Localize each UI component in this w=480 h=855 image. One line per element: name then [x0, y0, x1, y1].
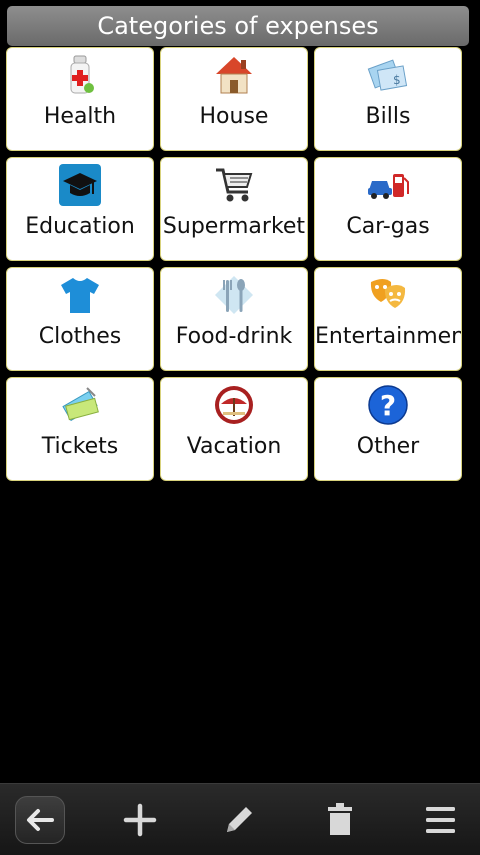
graduation-cap-icon — [59, 164, 101, 206]
category-tile-car-gas[interactable]: Car-gas — [314, 157, 462, 261]
back-arrow-icon — [27, 809, 54, 831]
question-mark-icon: ? — [368, 385, 408, 425]
bottom-toolbar — [0, 783, 480, 855]
category-tile-supermarket[interactable]: Supermarket — [160, 157, 308, 261]
category-label: Clothes — [38, 324, 122, 349]
category-label: Education — [25, 214, 135, 239]
svg-text:?: ? — [380, 389, 396, 422]
category-tile-food-drink[interactable]: Food-drink — [160, 267, 308, 371]
category-tile-health[interactable]: Health — [6, 47, 154, 151]
menu-icon — [426, 807, 455, 833]
back-button[interactable] — [15, 796, 65, 844]
category-tile-entertainment[interactable]: Entertainment — [314, 267, 462, 371]
house-icon — [216, 57, 252, 94]
bill-icon: $ — [367, 59, 408, 91]
page-title: Categories of expenses — [7, 6, 469, 46]
ticket-icon — [62, 387, 99, 422]
shopping-cart-icon — [216, 168, 253, 202]
add-icon — [123, 803, 157, 837]
category-label: Entertainment — [315, 324, 462, 349]
edit-button[interactable] — [214, 796, 264, 844]
fork-spoon-icon — [215, 276, 253, 314]
delete-trash-icon — [328, 803, 352, 835]
category-tile-tickets[interactable]: Tickets — [6, 377, 154, 481]
beach-umbrella-icon — [215, 386, 253, 424]
category-label: Vacation — [186, 434, 282, 459]
category-label: House — [199, 104, 269, 129]
category-tile-house[interactable]: House — [160, 47, 308, 151]
svg-text:$: $ — [393, 73, 401, 87]
category-label: Bills — [365, 104, 411, 129]
tshirt-icon — [61, 278, 99, 313]
category-tile-clothes[interactable]: Clothes — [6, 267, 154, 371]
category-tile-bills[interactable]: $ Bills — [314, 47, 462, 151]
category-label: Car-gas — [346, 214, 430, 239]
menu-button[interactable] — [415, 796, 465, 844]
add-button[interactable] — [115, 796, 165, 844]
category-label: Health — [43, 104, 117, 129]
medicine-bottle-icon — [70, 55, 94, 94]
category-label: Food-drink — [175, 324, 293, 349]
category-label: Supermarket — [162, 214, 306, 239]
category-tile-vacation[interactable]: Vacation — [160, 377, 308, 481]
edit-pencil-icon — [227, 807, 252, 832]
category-tile-education[interactable]: Education — [6, 157, 154, 261]
delete-button[interactable] — [315, 796, 365, 844]
category-tile-other[interactable]: ? Other — [314, 377, 462, 481]
category-label: Other — [356, 434, 420, 459]
car-gas-icon — [368, 174, 409, 199]
theater-masks-icon — [370, 279, 406, 308]
category-label: Tickets — [41, 434, 119, 459]
